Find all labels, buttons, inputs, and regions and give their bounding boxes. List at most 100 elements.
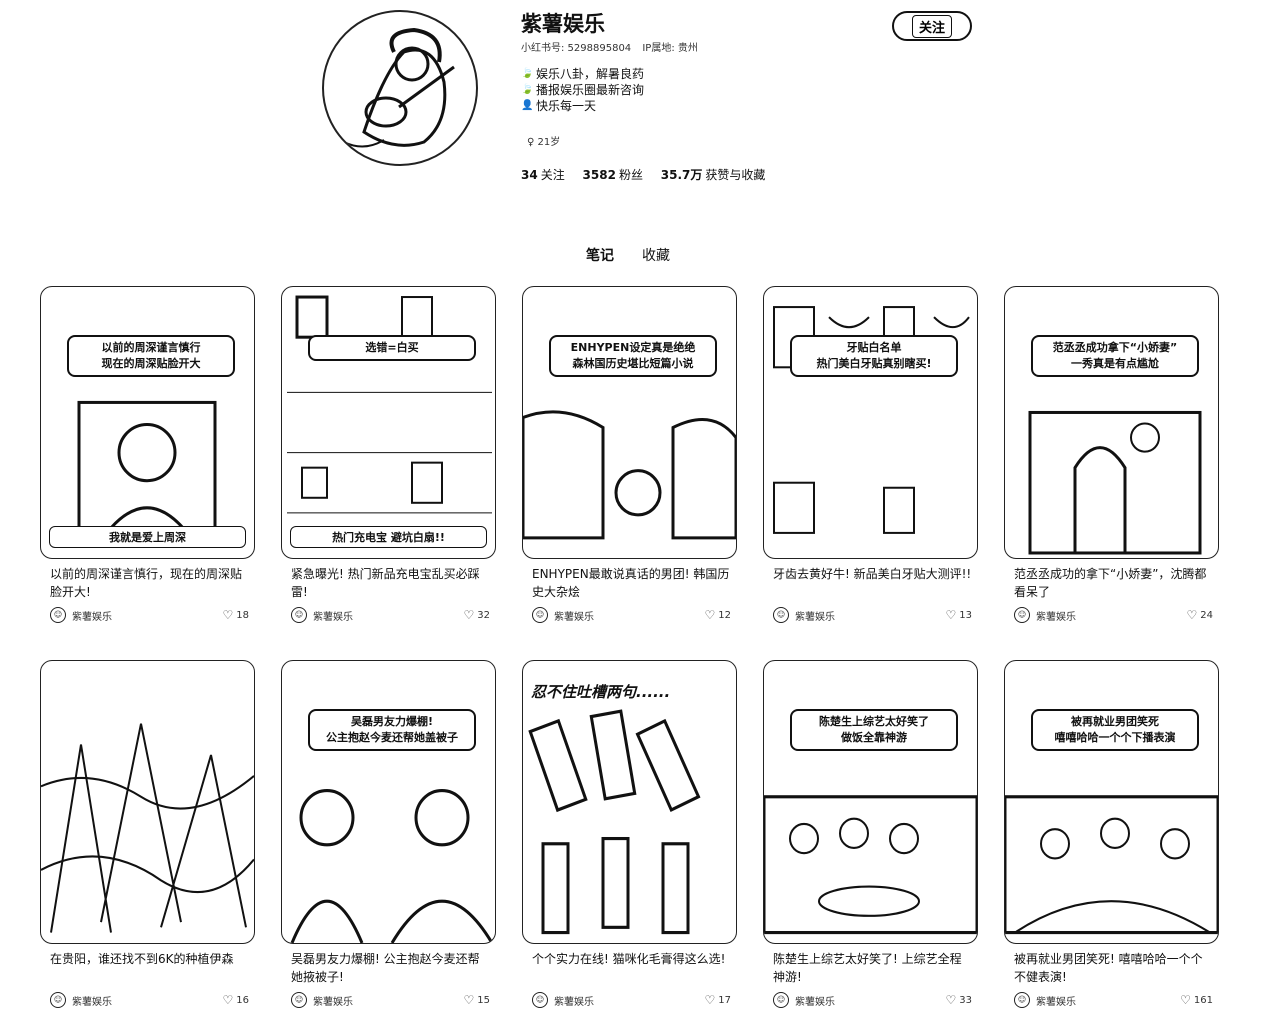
note-footer: ☺ 紫薯娱乐 ♡ 16: [40, 992, 255, 1008]
like-count: 161: [1193, 994, 1213, 1006]
heart-icon: ♡: [222, 993, 234, 1007]
note-cover-image[interactable]: ENHYPEN设定真是绝绝 森林国历史堪比短篇小说: [522, 286, 737, 559]
note-card[interactable]: 以前的周深谨言慎行 现在的周深贴脸开大 我就是爱上周深 以前的周深谨言慎行，现在的周深…: [40, 286, 255, 623]
tab-notes[interactable]: 笔记: [586, 245, 614, 265]
heart-icon: ♡: [463, 993, 475, 1007]
note-cover-image[interactable]: 选错=白买热门充电宝 避坑白扇!!: [281, 286, 496, 559]
bio-line: 🍃 播报娱乐圈最新咨询: [521, 82, 644, 98]
likes-collects-stat[interactable]: 35.7万 获赞与收藏: [661, 168, 766, 182]
cover-headline-line: 现在的周深贴脸开大: [101, 357, 201, 370]
profile-tabs: 笔记 收藏: [586, 245, 670, 265]
cover-headline: 范丞丞成功拿下“小娇妻” 一秀真是有点尴尬: [1031, 335, 1199, 377]
like-button[interactable]: ♡ 13: [946, 608, 973, 622]
note-title[interactable]: 个个实力在线! 猫咪化毛膏得这么选!: [522, 950, 737, 986]
note-card[interactable]: 忍不住吐槽两句...... 个个实力在线! 猫咪化毛膏得这么选! ☺ 紫薯娱乐 ♡ 17: [522, 660, 737, 1008]
like-button[interactable]: ♡ 12: [705, 608, 732, 622]
note-title[interactable]: 紧急曝光! 热门新品充电宝乱买必踩雷!: [281, 565, 496, 601]
note-card[interactable]: 牙贴白名单 热门美白牙贴真别瞎买! 牙齿去黄好牛! 新品美白牙贴大测评!! ☺ 紫薯娱乐…: [763, 286, 978, 623]
note-author[interactable]: ☺ 紫薯娱乐: [773, 607, 835, 623]
followers-stat[interactable]: 3582 粉丝: [583, 168, 643, 182]
like-button[interactable]: ♡ 33: [946, 993, 973, 1007]
note-author[interactable]: ☺ 紫薯娱乐: [291, 607, 353, 623]
note-cover-image[interactable]: 陈楚生上综艺太好笑了 做饭全靠神游: [763, 660, 978, 944]
note-footer: ☺ 紫薯娱乐 ♡ 17: [522, 992, 737, 1008]
like-count: 13: [959, 609, 972, 621]
note-author[interactable]: ☺ 紫薯娱乐: [50, 992, 112, 1008]
note-title[interactable]: 在贵阳，谁还找不到6K的种植伊森: [40, 950, 255, 986]
note-title[interactable]: 被再就业男团笑死! 嘻嘻哈哈一个个不健表演!: [1004, 950, 1219, 986]
like-button[interactable]: ♡ 16: [223, 993, 250, 1007]
note-footer: ☺ 紫薯娱乐 ♡ 18: [40, 607, 255, 623]
like-button[interactable]: ♡ 17: [705, 993, 732, 1007]
cover-headline: ENHYPEN设定真是绝绝 森林国历史堪比短篇小说: [549, 335, 717, 377]
cover-caption: 忍不住吐槽两句......: [531, 683, 671, 701]
author-avatar-icon: ☺: [291, 607, 307, 623]
cover-headline-line: 森林国历史堪比短篇小说: [572, 357, 694, 370]
note-card[interactable]: 吴磊男友力爆棚! 公主抱赵今麦还帮她盖被子吴磊男友力爆棚! 公主抱赵今麦还帮她掖被…: [281, 660, 496, 1008]
note-card[interactable]: 选错=白买热门充电宝 避坑白扇!! 紧急曝光! 热门新品充电宝乱买必踩雷! ☺ 紫薯娱…: [281, 286, 496, 623]
bio-text: 播报娱乐圈最新咨询: [536, 83, 645, 97]
cover-caption: 我就是爱上周深: [49, 526, 246, 548]
author-name: 紫薯娱乐: [1036, 996, 1076, 1008]
author-avatar-icon: ☺: [532, 992, 548, 1008]
like-button[interactable]: ♡ 18: [223, 608, 250, 622]
note-author[interactable]: ☺ 紫薯娱乐: [50, 607, 112, 623]
note-cover-image[interactable]: 被再就业男团笑死 嘻嘻哈哈一个个下播表演: [1004, 660, 1219, 944]
like-button[interactable]: ♡ 32: [464, 608, 491, 622]
like-count: 18: [236, 609, 249, 621]
note-author[interactable]: ☺ 紫薯娱乐: [532, 607, 594, 623]
note-author[interactable]: ☺ 紫薯娱乐: [291, 992, 353, 1008]
like-count: 17: [718, 994, 731, 1006]
like-button[interactable]: ♡ 15: [464, 993, 491, 1007]
note-author[interactable]: ☺ 紫薯娱乐: [1014, 992, 1076, 1008]
cover-headline-line: 选错=白买: [365, 341, 419, 354]
gender-age-tag: ♀ 21岁: [527, 137, 561, 148]
follow-button[interactable]: 关注: [892, 11, 972, 41]
note-author[interactable]: ☺ 紫薯娱乐: [773, 992, 835, 1008]
heart-icon: ♡: [1180, 993, 1191, 1007]
like-button[interactable]: ♡ 24: [1187, 608, 1214, 622]
note-title[interactable]: ENHYPEN最敢说真话的男团! 韩国历史大杂烩: [522, 565, 737, 601]
cover-illustration-icon: [1028, 410, 1202, 555]
note-title[interactable]: 牙齿去黄好牛! 新品美白牙贴大测评!!: [763, 565, 978, 601]
note-card[interactable]: 陈楚生上综艺太好笑了 做饭全靠神游陈楚生上综艺太好笑了! 上综艺全程神游! ☺ 紫薯娱…: [763, 660, 978, 1008]
profile-bio: 🍃 娱乐八卦，解暑良药 🍃 播报娱乐圈最新咨询 👤 快乐每一天: [521, 66, 644, 114]
bio-text: 娱乐八卦，解暑良药: [536, 67, 645, 81]
cover-headline-line: ENHYPEN设定真是绝绝: [570, 341, 696, 354]
cover-caption: 热门充电宝 避坑白扇!!: [290, 526, 487, 548]
note-card[interactable]: ENHYPEN设定真是绝绝 森林国历史堪比短篇小说 ENHYPEN最敢说真话的男团!…: [522, 286, 737, 623]
note-footer: ☺ 紫薯娱乐 ♡ 161: [1004, 992, 1219, 1008]
tab-collections[interactable]: 收藏: [642, 245, 670, 265]
note-title[interactable]: 吴磊男友力爆棚! 公主抱赵今麦还帮她掖被子!: [281, 950, 496, 986]
cover-illustration-icon: [523, 410, 736, 540]
like-button[interactable]: ♡ 161: [1180, 993, 1213, 1007]
note-author[interactable]: ☺ 紫薯娱乐: [1014, 607, 1076, 623]
note-title[interactable]: 以前的周深谨言慎行，现在的周深贴脸开大!: [40, 565, 255, 601]
note-cover-image[interactable]: 吴磊男友力爆棚! 公主抱赵今麦还帮她盖被子: [281, 660, 496, 944]
like-count: 24: [1200, 609, 1213, 621]
note-footer: ☺ 紫薯娱乐 ♡ 32: [281, 607, 496, 623]
note-card[interactable]: 范丞丞成功拿下“小娇妻” 一秀真是有点尴尬范丞丞成功的拿下“小娇妻”，沈腾都看呆了…: [1004, 286, 1219, 623]
cover-headline-line: 范丞丞成功拿下“小娇妻”: [1052, 341, 1178, 354]
profile-avatar[interactable]: [322, 10, 478, 166]
note-title[interactable]: 范丞丞成功的拿下“小娇妻”，沈腾都看呆了: [1004, 565, 1219, 601]
cover-illustration-icon: [290, 788, 494, 943]
note-card[interactable]: 在贵阳，谁还找不到6K的种植伊森 ☺ 紫薯娱乐 ♡ 16: [40, 660, 255, 1008]
author-avatar-icon: ☺: [50, 992, 66, 1008]
heart-icon: ♡: [704, 993, 716, 1007]
note-author[interactable]: ☺ 紫薯娱乐: [532, 992, 594, 1008]
author-avatar-icon: ☺: [291, 992, 307, 1008]
note-cover-image[interactable]: 范丞丞成功拿下“小娇妻” 一秀真是有点尴尬: [1004, 286, 1219, 559]
cover-headline: 被再就业男团笑死 嘻嘻哈哈一个个下播表演: [1031, 709, 1199, 751]
following-stat[interactable]: 34 关注: [521, 168, 565, 182]
note-title[interactable]: 陈楚生上综艺太好笑了! 上综艺全程神游!: [763, 950, 978, 986]
author-name: 紫薯娱乐: [72, 996, 112, 1008]
note-cover-image[interactable]: 忍不住吐槽两句......: [522, 660, 737, 944]
note-card[interactable]: 被再就业男团笑死 嘻嘻哈哈一个个下播表演被再就业男团笑死! 嘻嘻哈哈一个个不健表演…: [1004, 660, 1219, 1008]
note-cover-image[interactable]: 以前的周深谨言慎行 现在的周深贴脸开大 我就是爱上周深: [40, 286, 255, 559]
bio-text: 快乐每一天: [536, 99, 597, 113]
note-cover-image[interactable]: 牙贴白名单 热门美白牙贴真别瞎买!: [763, 286, 978, 559]
author-name: 紫薯娱乐: [72, 611, 112, 623]
cover-illustration-icon: [41, 723, 254, 933]
note-cover-image[interactable]: [40, 660, 255, 944]
